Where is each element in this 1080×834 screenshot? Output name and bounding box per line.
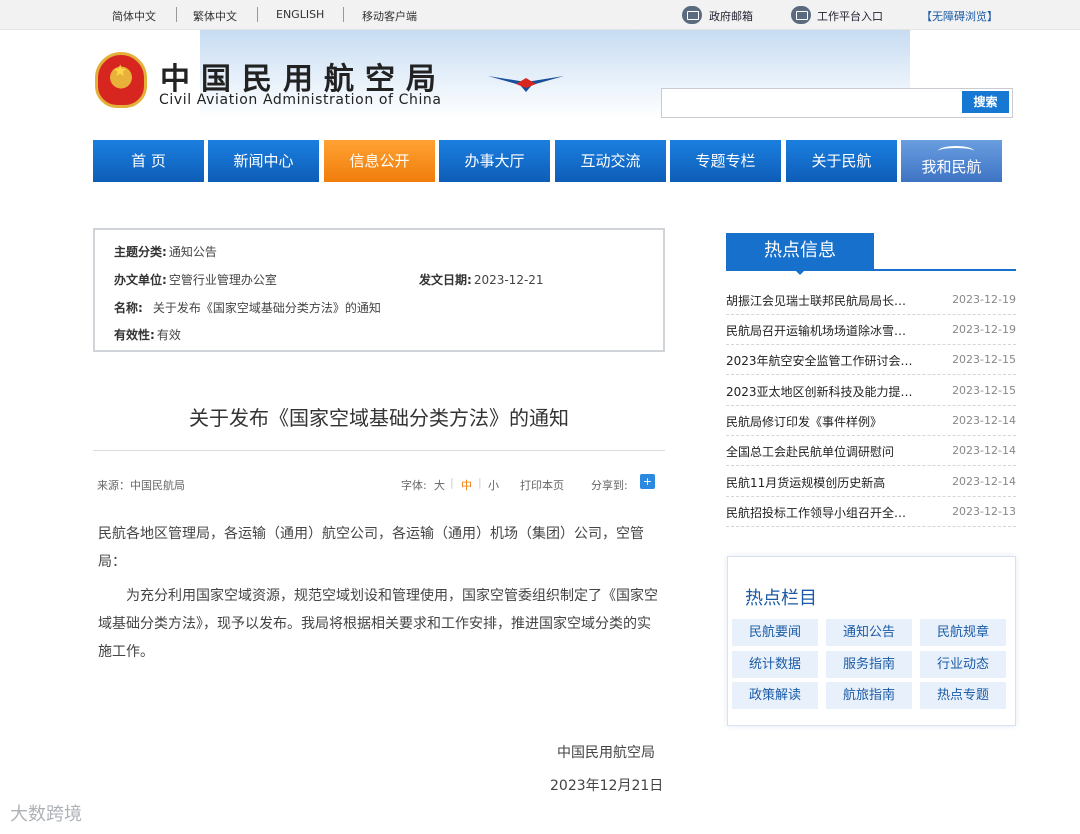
hot-info-item-date: 2023-12-13 bbox=[952, 505, 1016, 518]
share-plus-icon[interactable]: + bbox=[640, 474, 655, 489]
divider bbox=[726, 269, 1016, 271]
hot-columns-title: 热点栏目 bbox=[745, 588, 817, 609]
font-small-button[interactable]: 小 bbox=[488, 477, 499, 493]
divider bbox=[93, 450, 665, 451]
info-name-label: 名称: bbox=[114, 301, 143, 315]
accessible-browse-link[interactable]: 【无障碍浏览】 bbox=[921, 8, 998, 24]
hot-info-item[interactable]: 2023亚太地区创新科技及能力提… 2023-12-15 bbox=[726, 376, 1016, 406]
nav-interaction[interactable]: 互动交流 bbox=[555, 140, 666, 182]
column-button[interactable]: 政策解读 bbox=[732, 682, 818, 709]
info-subject: 主题分类: 通知公告 bbox=[114, 243, 217, 260]
info-office: 办文单位: 空管行业管理办公室 bbox=[114, 271, 277, 288]
hot-info-item-date: 2023-12-14 bbox=[952, 414, 1016, 427]
info-validity-label: 有效性: bbox=[114, 328, 155, 342]
hot-info-item[interactable]: 民航局修订印发《事件样例》 2023-12-14 bbox=[726, 406, 1016, 436]
nav-service-hall[interactable]: 办事大厅 bbox=[439, 140, 550, 182]
font-medium-button[interactable]: 中 bbox=[461, 477, 472, 493]
divider bbox=[257, 7, 258, 22]
print-page-button[interactable]: 打印本页 bbox=[520, 477, 564, 493]
font-size-label: 字体: bbox=[401, 479, 427, 492]
column-button[interactable]: 航旅指南 bbox=[826, 682, 912, 709]
hot-info-item[interactable]: 民航局召开运输机场场道除冰雪… 2023-12-19 bbox=[726, 315, 1016, 345]
search-input[interactable] bbox=[661, 88, 1013, 118]
divider bbox=[176, 7, 177, 22]
nav-about-caac[interactable]: 关于民航 bbox=[786, 140, 897, 182]
info-subject-value: 通知公告 bbox=[168, 245, 217, 259]
article-sign-date: 2023年12月21日 bbox=[550, 778, 664, 794]
hot-info-item[interactable]: 民航11月货运规模创历史新高 2023-12-14 bbox=[726, 467, 1016, 497]
lang-traditional-link[interactable]: 繁体中文 bbox=[193, 8, 237, 24]
hot-info-item-title[interactable]: 2023年航空安全监管工作研讨会… bbox=[726, 352, 931, 369]
hot-info-item[interactable]: 民航招投标工作领导小组召开全… 2023-12-13 bbox=[726, 497, 1016, 527]
mail-icon bbox=[682, 6, 702, 24]
info-name: 名称: 关于发布《国家空域基础分类方法》的通知 bbox=[114, 299, 381, 316]
hot-info-item-date: 2023-12-19 bbox=[952, 323, 1016, 336]
divider: | bbox=[450, 476, 454, 489]
column-button[interactable]: 热点专题 bbox=[920, 682, 1006, 709]
hot-info-item-date: 2023-12-14 bbox=[952, 475, 1016, 488]
lang-simplified-link[interactable]: 简体中文 bbox=[112, 8, 156, 24]
top-bar: 简体中文 繁体中文 ENGLISH 移动客户端 政府邮箱 工作平台入口 【无障碍… bbox=[0, 0, 1080, 30]
nav-me-and-caac[interactable]: 我和民航 bbox=[901, 140, 1002, 182]
hot-info-item-date: 2023-12-19 bbox=[952, 293, 1016, 306]
caac-wing-logo-icon bbox=[488, 76, 564, 92]
column-button[interactable]: 民航要闻 bbox=[732, 619, 818, 646]
hot-info-item-title[interactable]: 全国总工会赴民航单位调研慰问 bbox=[726, 443, 931, 460]
article-paragraph: 为充分利用国家空域资源，规范空域划设和管理使用，国家空管委组织制定了《国家空域基… bbox=[98, 588, 658, 660]
divider bbox=[343, 7, 344, 22]
column-button[interactable]: 行业动态 bbox=[920, 651, 1006, 678]
document-info-box: 主题分类: 通知公告 办文单位: 空管行业管理办公室 发文日期: 2023-12-21… bbox=[93, 228, 665, 352]
article-title: 关于发布《国家空域基础分类方法》的通知 bbox=[189, 406, 569, 430]
info-subject-label: 主题分类: bbox=[114, 245, 167, 259]
nav-news-center[interactable]: 新闻中心 bbox=[208, 140, 319, 182]
info-date: 发文日期: 2023-12-21 bbox=[419, 271, 544, 288]
gov-mail-link[interactable]: 政府邮箱 bbox=[709, 8, 753, 24]
article-source: 来源：中国民航局 bbox=[97, 479, 185, 492]
hot-info-item-title[interactable]: 民航局修订印发《事件样例》 bbox=[726, 413, 931, 430]
font-large-button[interactable]: 大 bbox=[434, 477, 445, 493]
column-button[interactable]: 通知公告 bbox=[826, 619, 912, 646]
nav-home[interactable]: 首 页 bbox=[93, 140, 204, 182]
hot-info-item-date: 2023-12-15 bbox=[952, 384, 1016, 397]
info-name-value: 关于发布《国家空域基础分类方法》的通知 bbox=[152, 301, 381, 315]
mobile-client-link[interactable]: 移动客户端 bbox=[362, 8, 417, 24]
hot-info-item[interactable]: 全国总工会赴民航单位调研慰问 2023-12-14 bbox=[726, 436, 1016, 466]
watermark-text: 大数跨境 bbox=[10, 804, 82, 825]
nav-info-disclosure[interactable]: 信息公开 bbox=[324, 140, 435, 182]
work-platform-link[interactable]: 工作平台入口 bbox=[817, 8, 883, 24]
info-date-label: 发文日期: bbox=[419, 273, 472, 287]
column-button[interactable]: 民航规章 bbox=[920, 619, 1006, 646]
lang-english-link[interactable]: ENGLISH bbox=[276, 8, 324, 21]
info-validity: 有效性: 有效 bbox=[114, 326, 181, 343]
hot-info-title: 热点信息 bbox=[726, 233, 874, 275]
hot-info-item-title[interactable]: 2023亚太地区创新科技及能力提… bbox=[726, 383, 931, 400]
share-label: 分享到: bbox=[591, 479, 628, 492]
national-emblem-icon bbox=[95, 52, 147, 108]
monitor-icon bbox=[791, 6, 811, 24]
hot-info-item-date: 2023-12-14 bbox=[952, 444, 1016, 457]
info-office-label: 办文单位: bbox=[114, 273, 167, 287]
divider: | bbox=[478, 476, 482, 489]
hot-info-item[interactable]: 2023年航空安全监管工作研讨会… 2023-12-15 bbox=[726, 345, 1016, 375]
column-button[interactable]: 服务指南 bbox=[826, 651, 912, 678]
hot-info-item[interactable]: 胡振江会见瑞士联邦民航局局长… 2023-12-19 bbox=[726, 285, 1016, 315]
article-signature: 中国民用航空局 bbox=[557, 745, 655, 761]
hot-info-item-title[interactable]: 民航局召开运输机场场道除冰雪… bbox=[726, 322, 931, 339]
hot-info-item-title[interactable]: 民航招投标工作领导小组召开全… bbox=[726, 504, 931, 521]
nav-special-topics[interactable]: 专题专栏 bbox=[670, 140, 781, 182]
article-greeting: 民航各地区管理局，各运输（通用）航空公司，各运输（通用）机场（集团）公司，空管局… bbox=[98, 526, 644, 570]
info-office-value: 空管行业管理办公室 bbox=[168, 273, 277, 287]
search-button[interactable]: 搜索 bbox=[962, 91, 1009, 113]
info-validity-value: 有效 bbox=[156, 328, 181, 342]
hot-info-item-title[interactable]: 民航11月货运规模创历史新高 bbox=[726, 474, 931, 491]
column-button[interactable]: 统计数据 bbox=[732, 651, 818, 678]
site-title-en: Civil Aviation Administration of China bbox=[159, 92, 442, 108]
info-date-value: 2023-12-21 bbox=[473, 273, 544, 287]
hot-info-item-date: 2023-12-15 bbox=[952, 353, 1016, 366]
hot-info-item-title[interactable]: 胡振江会见瑞士联邦民航局局长… bbox=[726, 292, 931, 309]
